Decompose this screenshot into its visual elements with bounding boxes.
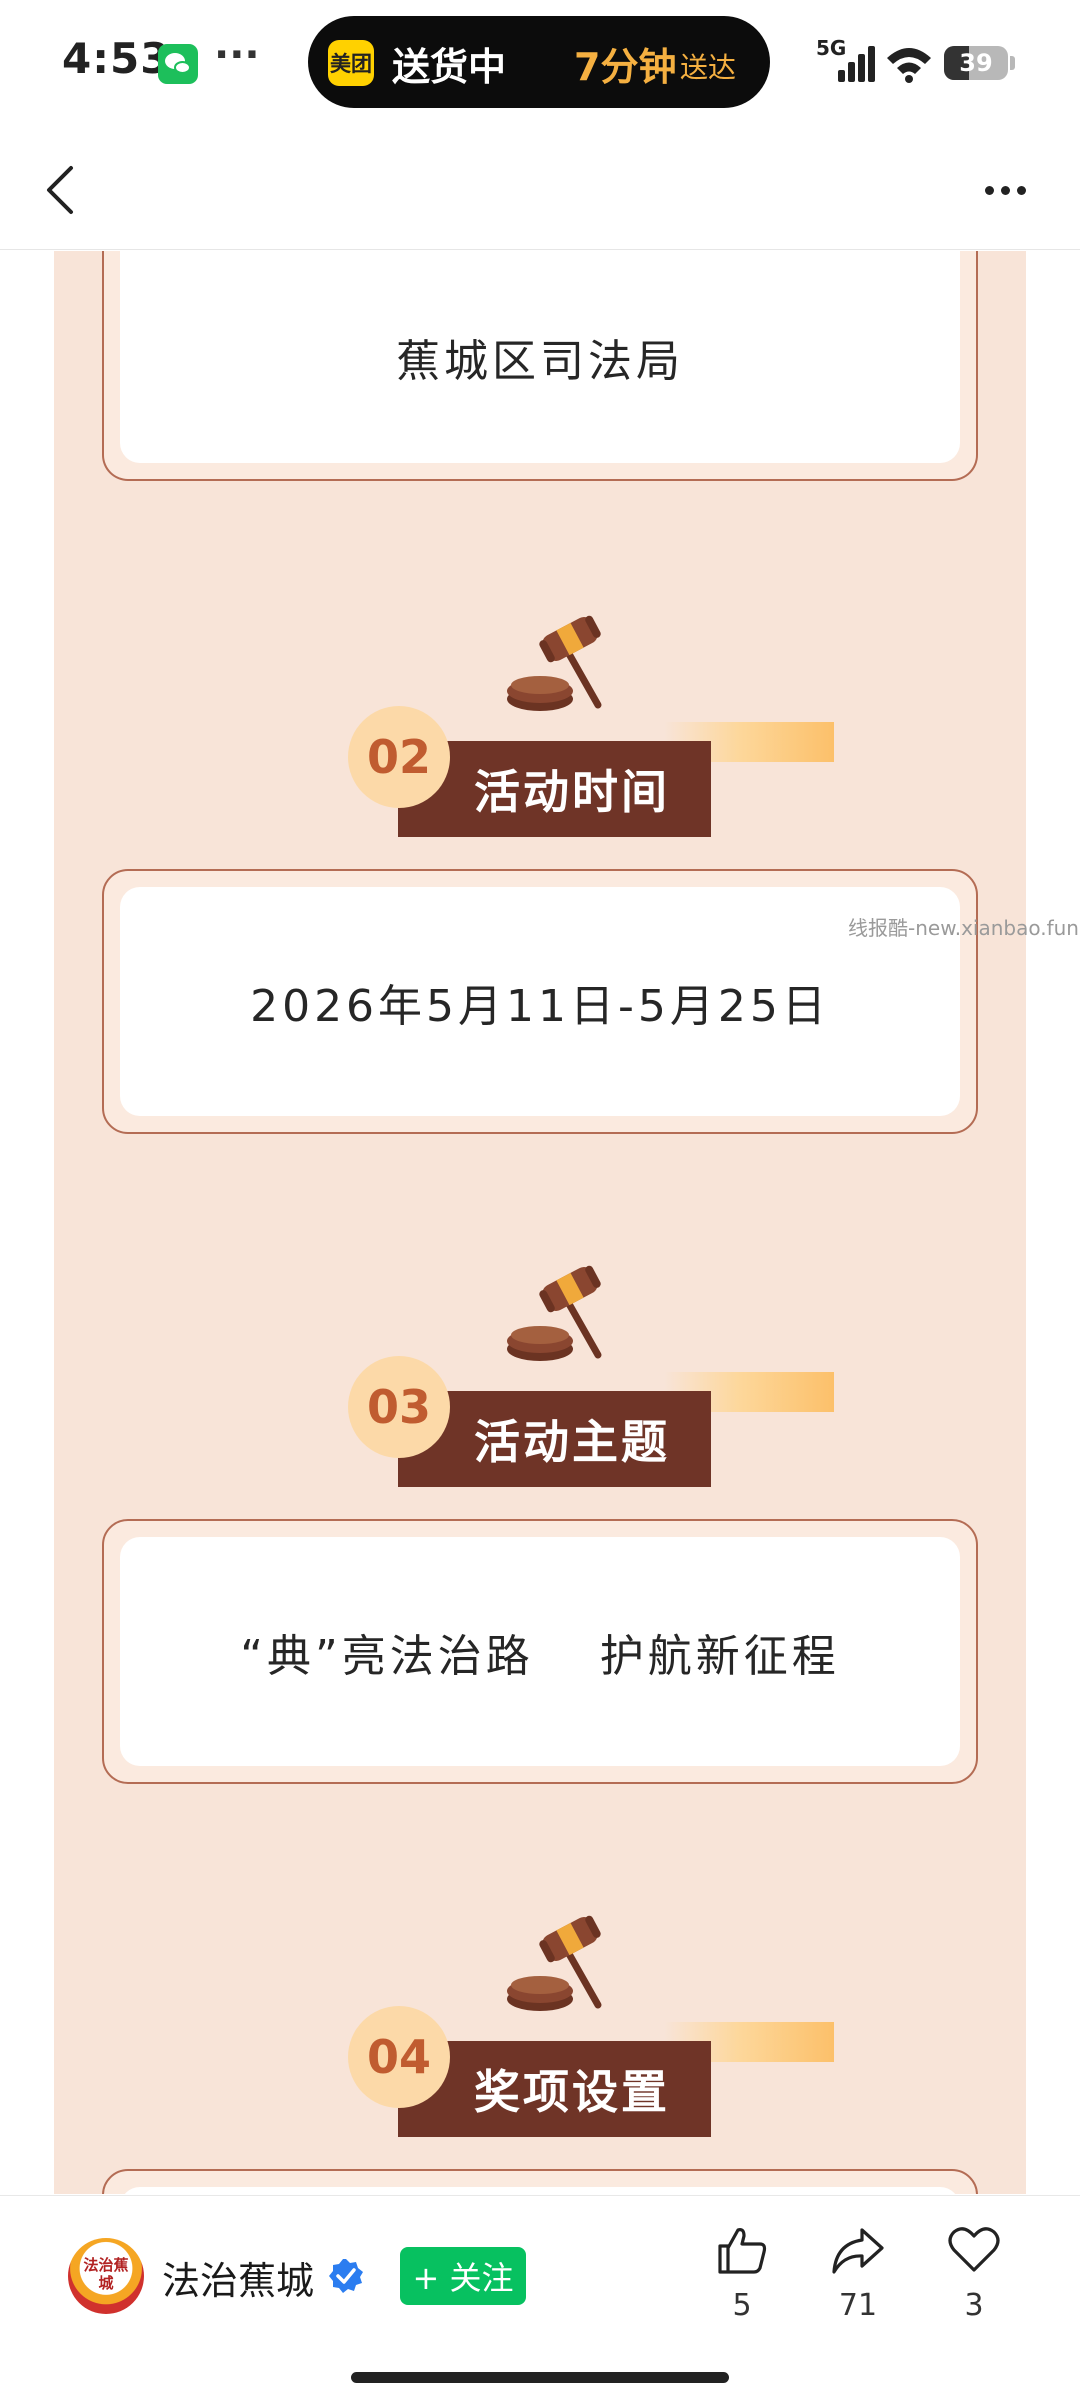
status-bar: 4:53 ··· 美团 送货中 7分钟 送达 5G 39	[0, 0, 1080, 130]
delivery-eta: 7分钟	[574, 45, 677, 89]
account-avatar[interactable]: 法治蕉城	[68, 2238, 144, 2314]
more-options-button[interactable]	[970, 160, 1040, 220]
status-more: ···	[214, 32, 260, 78]
section-number: 03	[348, 1356, 450, 1458]
verified-badge-icon	[329, 2259, 363, 2293]
content-card: 2026年5月11日-5月25日	[102, 869, 978, 1134]
share-button[interactable]: 71	[818, 2222, 898, 2323]
like-button[interactable]: 5	[702, 2222, 782, 2323]
favorite-count: 3	[964, 2288, 984, 2323]
share-count: 71	[838, 2288, 878, 2323]
watermark: 线报酷-new.xianbao.fun	[848, 916, 1079, 940]
more-dot	[984, 185, 994, 195]
wifi-icon	[887, 48, 931, 83]
awards-content	[120, 2187, 960, 2194]
gavel-icon	[507, 1265, 602, 1361]
follow-button[interactable]: + 关注	[400, 2247, 526, 2305]
signal-icon	[838, 46, 875, 82]
article-content[interactable]: 蕉城区司法局 活动时间 02 2026年5月11日-5月25日 活动主题 03 …	[0, 251, 1080, 2194]
delivery-eta-suffix: 送达	[680, 51, 737, 84]
content-card	[102, 2169, 978, 2194]
live-activity-island[interactable]: 美团 送货中 7分钟 送达	[308, 16, 770, 108]
more-dot	[1000, 185, 1010, 195]
delivery-status: 送货中	[392, 45, 507, 89]
meituan-logo: 美团	[328, 40, 374, 86]
thumbs-up-icon	[718, 2228, 767, 2274]
organizer-card: 蕉城区司法局	[102, 251, 978, 481]
gavel-icon	[507, 615, 602, 711]
poster: 蕉城区司法局 活动时间 02 2026年5月11日-5月25日 活动主题 03 …	[54, 251, 1026, 2194]
chevron-left-icon	[47, 166, 73, 214]
home-indicator[interactable]	[351, 2372, 729, 2383]
back-button[interactable]	[30, 160, 90, 220]
more-dot	[1016, 185, 1026, 195]
like-count: 5	[732, 2288, 752, 2323]
organizer-text: 蕉城区司法局	[120, 251, 960, 463]
wechat-icon	[158, 44, 198, 84]
status-time: 4:53	[62, 34, 171, 83]
section-number: 04	[348, 2006, 450, 2108]
battery-indicator: 39	[944, 46, 1008, 80]
activity-theme-text: “典”亮法治路 护航新征程	[120, 1537, 960, 1766]
favorite-button[interactable]: 3	[934, 2222, 1014, 2323]
bottom-action-bar: 法治蕉城 法治蕉城 + 关注 5 71 3	[0, 2195, 1080, 2400]
content-card: “典”亮法治路 护航新征程	[102, 1519, 978, 1784]
nav-bar	[0, 130, 1080, 250]
activity-time-text: 2026年5月11日-5月25日	[120, 887, 960, 1116]
battery-level: 39	[959, 49, 993, 77]
account-name[interactable]: 法治蕉城	[162, 2250, 314, 2305]
gavel-icon	[507, 1915, 602, 2011]
share-icon	[832, 2228, 884, 2274]
avatar-text: 法治蕉城	[83, 2256, 129, 2292]
battery-nub	[1010, 56, 1015, 70]
section-number: 02	[348, 706, 450, 808]
heart-icon	[948, 2227, 1000, 2272]
